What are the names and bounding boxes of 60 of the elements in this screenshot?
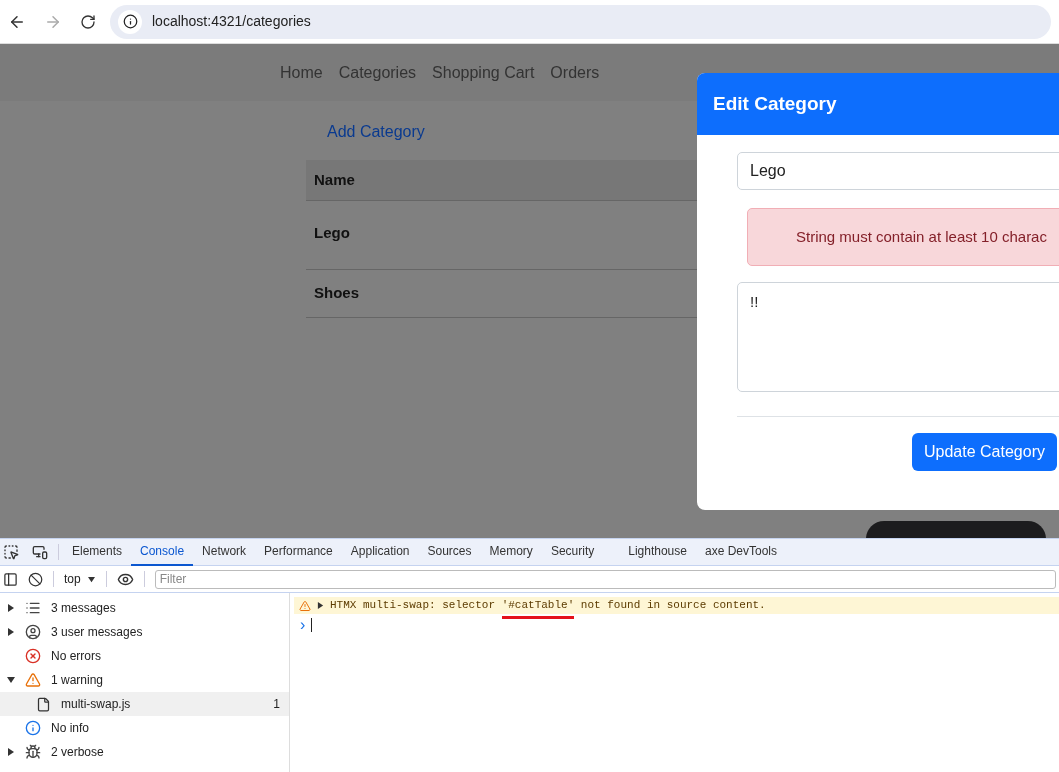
file-name: multi-swap.js — [61, 696, 131, 713]
devtools-tab[interactable]: Elements — [63, 538, 132, 566]
file-icon — [36, 696, 51, 712]
caret-icon[interactable] — [317, 602, 324, 609]
device-icon[interactable] — [32, 544, 48, 560]
caret-icon[interactable] — [7, 628, 15, 636]
warning-icon — [25, 672, 41, 688]
sidebar-item[interactable]: 3 user messages — [0, 620, 289, 644]
sidebar-label: 3 messages — [51, 600, 116, 617]
sidebar-file-item[interactable]: multi-swap.js 1 — [0, 692, 289, 716]
dropdown-caret-icon — [86, 575, 96, 583]
sidebar-label: 1 warning — [51, 672, 104, 689]
devtools-tab[interactable]: Application — [341, 538, 419, 566]
context-dropdown[interactable]: top — [64, 570, 96, 588]
caret-icon[interactable] — [7, 676, 15, 684]
devtools-tab[interactable]: Console — [131, 538, 194, 566]
error-icon — [25, 648, 41, 664]
list-icon — [25, 600, 41, 616]
devtools-tab[interactable]: Memory — [480, 538, 542, 566]
table-cell-text: Shoes — [314, 283, 359, 304]
description-textarea[interactable]: !! — [737, 282, 1059, 392]
devtools-tab[interactable]: Security — [541, 538, 604, 566]
caret-icon[interactable] — [7, 748, 15, 756]
dialog-title: Edit Category — [713, 91, 837, 116]
info-icon[interactable] — [118, 9, 142, 34]
filter-input[interactable]: Filter — [154, 569, 1056, 589]
column-header: Name — [314, 169, 355, 190]
sidebar-item[interactable]: 2 verbose — [0, 740, 289, 764]
update-category-button[interactable]: Update Category — [912, 433, 1057, 471]
sidebar-label: No info — [51, 720, 90, 737]
devtools-tab[interactable]: Performance — [255, 538, 342, 566]
clear-icon[interactable] — [28, 571, 43, 587]
sidebar-item[interactable]: 3 messages — [0, 596, 289, 620]
sidebar-label: 3 user messages — [51, 624, 143, 641]
sidebar-label: No errors — [51, 648, 101, 665]
devtools-tab[interactable]: axe DevTools — [695, 538, 786, 566]
url-text: localhost:4321/categories — [152, 12, 311, 31]
sidebar-item[interactable]: No info — [0, 716, 289, 740]
sidebar-label: 2 verbose — [51, 744, 104, 761]
reload-icon[interactable] — [80, 13, 96, 30]
user-icon — [25, 624, 41, 640]
caret-icon[interactable] — [7, 604, 15, 612]
sidebar-toggle-icon[interactable] — [3, 571, 18, 587]
message-count: 1 — [273, 696, 280, 713]
inspect-icon[interactable] — [3, 544, 19, 560]
address-bar[interactable]: localhost:4321/categories — [110, 4, 1051, 39]
info-icon — [25, 720, 41, 736]
error-alert: String must contain at least 10 charac — [747, 208, 1059, 266]
table-cell-text: Lego — [314, 223, 350, 244]
sidebar-item[interactable]: No errors — [0, 644, 289, 668]
text-cursor — [311, 618, 313, 632]
devtools-tab[interactable]: Lighthouse — [619, 538, 696, 566]
prompt-icon: › — [300, 617, 306, 633]
message-text: HTMX multi-swap: selector '#catTable' not found in source content. — [330, 597, 766, 614]
devtools-tab[interactable]: Sources — [418, 538, 481, 566]
sidebar-item[interactable]: 1 warning — [0, 668, 289, 692]
name-input[interactable]: Lego — [737, 152, 1059, 190]
warning-icon — [299, 599, 311, 612]
bug-icon — [25, 744, 41, 760]
devtools-tab[interactable]: Network — [193, 538, 256, 566]
